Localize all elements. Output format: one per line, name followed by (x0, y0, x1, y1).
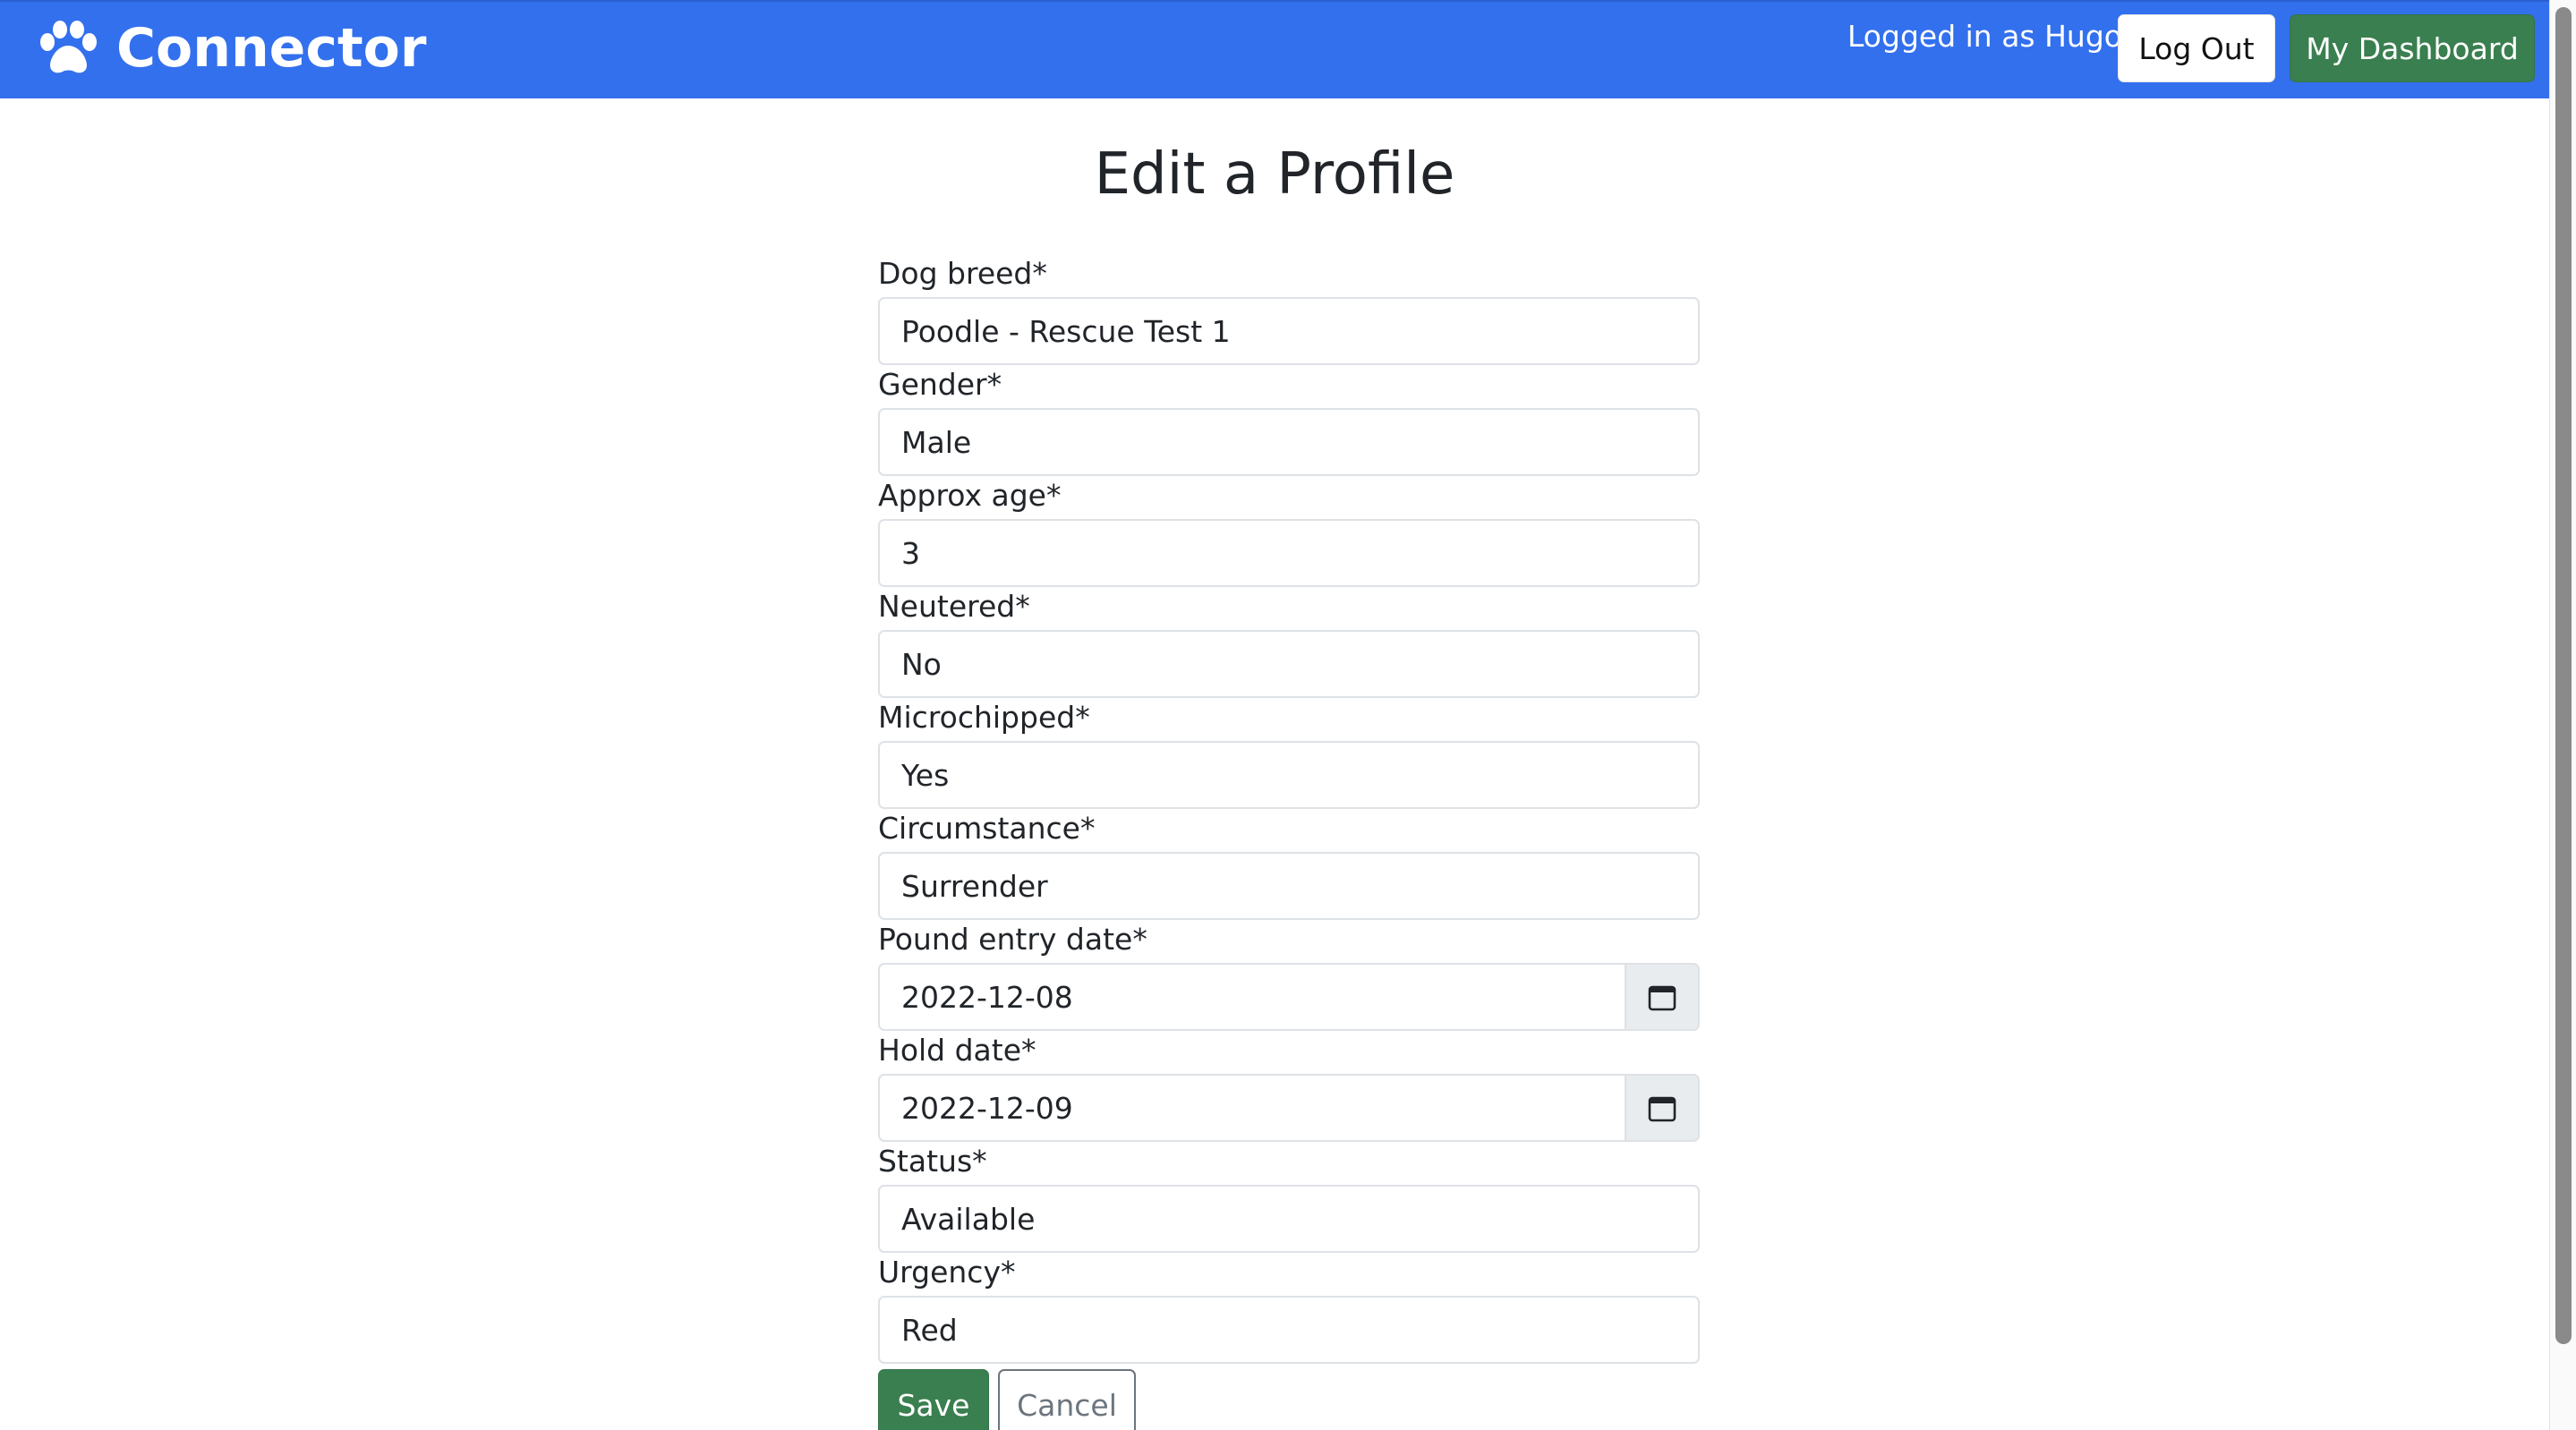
dog-breed-label: Dog breed* (878, 256, 1047, 291)
brand-name: Connector (116, 17, 427, 80)
pound-entry-date-group (878, 963, 1700, 1031)
field-pound-entry-date: Pound entry date* (878, 916, 1700, 1031)
navbar: Connector Logged in as Hugo Log Out My D… (0, 0, 2549, 98)
status-label: Status* (878, 1144, 987, 1179)
gender-label: Gender* (878, 367, 1002, 402)
pound-entry-date-picker-button[interactable] (1626, 963, 1700, 1031)
scrollbar-thumb[interactable] (2555, 7, 2572, 1344)
field-dog-breed: Dog breed* (878, 251, 1700, 365)
status-input[interactable] (878, 1185, 1700, 1253)
microchipped-input[interactable] (878, 741, 1700, 809)
logout-button[interactable]: Log Out (2118, 14, 2275, 82)
hold-date-input[interactable] (878, 1074, 1626, 1142)
urgency-label: Urgency* (878, 1255, 1016, 1290)
field-neutered: Neutered* (878, 583, 1700, 698)
calendar-icon (1648, 985, 1676, 1011)
microchipped-label: Microchipped* (878, 700, 1090, 735)
page: Connector Logged in as Hugo Log Out My D… (0, 0, 2576, 1430)
form-actions: Save Cancel (878, 1369, 1700, 1430)
field-hold-date: Hold date* (878, 1027, 1700, 1142)
field-circumstance: Circumstance* (878, 805, 1700, 920)
calendar-icon (1648, 1096, 1676, 1122)
pound-entry-date-label: Pound entry date* (878, 922, 1147, 957)
field-gender: Gender* (878, 362, 1700, 476)
field-approx-age: Approx age* (878, 472, 1700, 587)
page-title: Edit a Profile (1094, 141, 1455, 208)
hold-date-label: Hold date* (878, 1033, 1036, 1068)
hold-date-picker-button[interactable] (1626, 1074, 1700, 1142)
dog-breed-input[interactable] (878, 297, 1700, 365)
urgency-input[interactable] (878, 1296, 1700, 1364)
pound-entry-date-input[interactable] (878, 963, 1626, 1031)
field-urgency: Urgency* (878, 1249, 1700, 1364)
hold-date-group (878, 1074, 1700, 1142)
my-dashboard-button[interactable]: My Dashboard (2290, 14, 2535, 82)
logged-in-text: Logged in as Hugo (1847, 19, 2122, 54)
field-microchipped: Microchipped* (878, 694, 1700, 809)
paw-icon (40, 21, 97, 73)
save-button[interactable]: Save (878, 1369, 989, 1430)
circumstance-label: Circumstance* (878, 811, 1096, 846)
edit-profile-form: Dog breed* Gender* Approx age* Neutered*… (878, 251, 1700, 1430)
brand-link[interactable]: Connector (39, 13, 426, 84)
field-status: Status* (878, 1138, 1700, 1253)
cancel-button[interactable]: Cancel (998, 1369, 1136, 1430)
gender-input[interactable] (878, 408, 1700, 476)
approx-age-input[interactable] (878, 519, 1700, 587)
neutered-label: Neutered* (878, 589, 1030, 624)
circumstance-input[interactable] (878, 852, 1700, 920)
approx-age-label: Approx age* (878, 478, 1062, 513)
neutered-input[interactable] (878, 630, 1700, 698)
vertical-scrollbar[interactable] (2549, 0, 2576, 1430)
